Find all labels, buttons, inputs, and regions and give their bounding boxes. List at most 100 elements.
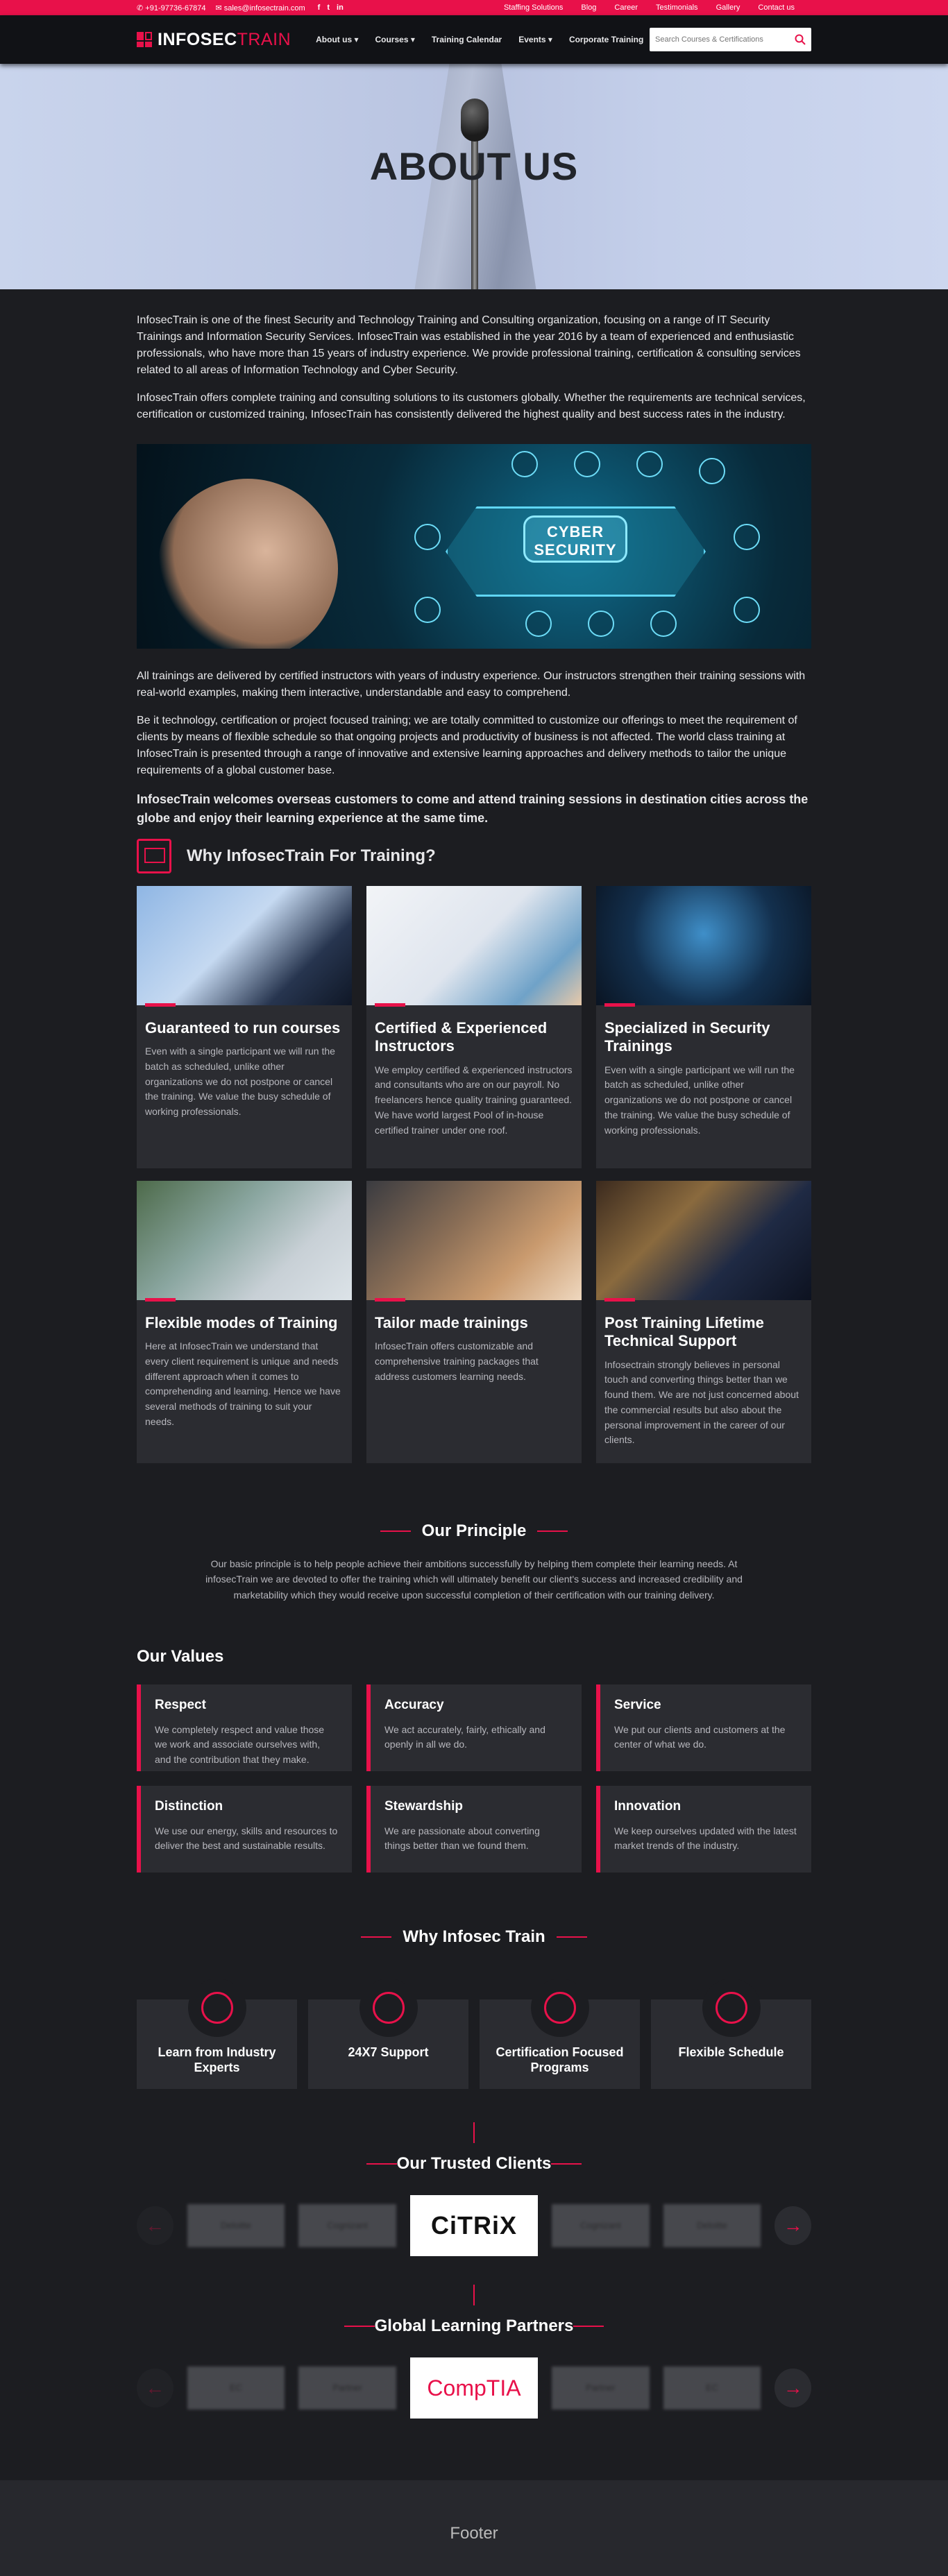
next-arrow-icon[interactable]: → <box>775 2206 811 2246</box>
card-accent-bar <box>375 1298 405 1302</box>
feature-card: Certified & Experienced Instructors We e… <box>366 886 582 1168</box>
partner-logo: Partner <box>298 2366 397 2410</box>
main-nav: INFOSEC TRAIN About us ▾ Courses ▾ Traini… <box>0 15 948 64</box>
principle-section: Our Principle Our basic principle is to … <box>137 1463 811 1603</box>
value-text: We are passionate about converting thing… <box>384 1825 540 1852</box>
top-link-gallery[interactable]: Gallery <box>716 3 740 12</box>
clients-carousel: ← Deloitte Cognizant CiTRiX Cognizant De… <box>137 2194 811 2257</box>
card-title: Post Training Lifetime Technical Support <box>604 1314 764 1350</box>
search-icon[interactable] <box>795 34 806 45</box>
comptia-logo-text: CompTIA <box>427 2375 521 2401</box>
training-board-icon <box>137 839 171 873</box>
twitter-icon[interactable]: t <box>327 3 330 12</box>
why-infosec-title: Why Infosec Train <box>137 1925 811 1950</box>
client-logo: Cognizant <box>298 2204 397 2248</box>
value-card: Accuracy We act accurately, fairly, ethic… <box>366 1684 582 1772</box>
support-24-icon <box>359 1979 418 2038</box>
why-infosec-section: Why Infosec Train Learn from Industry Ex… <box>137 1873 811 2090</box>
partners-title: Global Learning Partners <box>137 2314 811 2339</box>
card-image-phone <box>596 1181 811 1302</box>
value-title: Distinction <box>155 1799 223 1814</box>
intro-section: InfosecTrain is one of the finest Securi… <box>137 289 811 2419</box>
feature-card: Guaranteed to run courses Even with a si… <box>137 886 352 1168</box>
client-logo: Cognizant <box>551 2204 650 2248</box>
calendar-icon <box>702 1979 761 2038</box>
card-accent-bar <box>375 1003 405 1007</box>
phone-link[interactable]: ✆ +91-97736-67874 <box>137 3 205 12</box>
value-text: We use our energy, skills and resources … <box>155 1825 338 1852</box>
person-icon <box>525 611 552 637</box>
why-card-title: Certification Focused Programs <box>496 2045 624 2074</box>
value-card: Distinction We use our energy, skills and… <box>137 1786 352 1873</box>
nav-courses[interactable]: Courses ▾ <box>375 35 414 44</box>
card-image-man-office <box>137 1181 352 1302</box>
network-icon <box>734 597 760 623</box>
why-card: Flexible Schedule <box>651 1979 811 2090</box>
partners-carousel: ← EC Partner CompTIA Partner EC → <box>137 2357 811 2419</box>
page-title: ABOUT US <box>369 144 579 188</box>
value-title: Respect <box>155 1698 206 1713</box>
value-title: Accuracy <box>384 1698 444 1713</box>
value-card: Respect We completely respect and value t… <box>137 1684 352 1772</box>
logo-icon <box>137 32 152 47</box>
hero-banner: ABOUT US <box>0 64 948 289</box>
clients-title: Our Trusted Clients <box>137 2151 811 2176</box>
card-image-laptop <box>366 886 582 1007</box>
value-card: Stewardship We are passionate about conve… <box>366 1786 582 1873</box>
top-bar: ✆ +91-97736-67874 ✉ sales@infosectrain.c… <box>0 0 948 15</box>
linkedin-icon[interactable]: in <box>337 3 344 12</box>
check-icon <box>588 611 614 637</box>
hand-image <box>158 479 338 649</box>
card-title: Flexible modes of Training <box>145 1314 338 1331</box>
next-arrow-icon[interactable]: → <box>775 2369 811 2408</box>
card-title: Certified & Experienced Instructors <box>375 1019 548 1055</box>
facebook-icon[interactable]: f <box>318 3 321 12</box>
top-link-career[interactable]: Career <box>614 3 638 12</box>
search-input[interactable] <box>655 35 795 44</box>
values-title: Our Values <box>137 1647 224 1666</box>
top-link-contact[interactable]: Contact us <box>758 3 795 12</box>
card-text: Even with a single participant we will r… <box>145 1046 335 1118</box>
card-accent-bar <box>145 1298 176 1302</box>
lock-icon <box>699 458 725 484</box>
nav-training-calendar[interactable]: Training Calendar <box>432 35 502 44</box>
why-training-heading: Why InfosecTrain For Training? <box>137 839 811 873</box>
partner-logo: Partner <box>551 2366 650 2410</box>
why-card: Certification Focused Programs <box>480 1979 640 2090</box>
phone-text: +91-97736-67874 <box>145 3 206 12</box>
intro-paragraph-4: Be it technology, certification or proje… <box>137 715 797 776</box>
feature-card: Tailor made trainings InfosecTrain offer… <box>366 1181 582 1463</box>
prev-arrow-icon[interactable]: ← <box>137 2206 173 2246</box>
principle-text: Our basic principle is to help people ac… <box>205 1558 743 1601</box>
feature-card: Flexible modes of Training Here at Infos… <box>137 1181 352 1463</box>
key-icon <box>650 611 677 637</box>
shield-icon <box>414 524 441 550</box>
value-card: Innovation We keep ourselves updated with… <box>596 1786 811 1873</box>
email-link[interactable]: ✉ sales@infosectrain.com <box>215 3 305 12</box>
mail-icon <box>511 451 538 477</box>
nav-corporate-training[interactable]: Corporate Training <box>569 35 643 44</box>
partner-logo: EC <box>663 2366 761 2410</box>
card-image-locks <box>596 886 811 1007</box>
why-card-title: Learn from Industry Experts <box>158 2045 276 2074</box>
footer: Footer <box>0 2480 948 2576</box>
top-link-staffing[interactable]: Staffing Solutions <box>504 3 563 12</box>
card-image-tablet <box>137 886 352 1007</box>
top-link-blog[interactable]: Blog <box>581 3 596 12</box>
site-logo[interactable]: INFOSEC TRAIN <box>137 30 291 50</box>
card-text: We employ certified & experienced instru… <box>375 1064 573 1136</box>
card-accent-bar <box>604 1003 635 1007</box>
card-title: Guaranteed to run courses <box>145 1019 341 1037</box>
feature-card: Post Training Lifetime Technical Support… <box>596 1181 811 1463</box>
email-text: sales@infosectrain.com <box>223 3 305 12</box>
cyber-security-label: CYBER SECURITY <box>523 515 627 563</box>
nav-about[interactable]: About us ▾ <box>316 35 358 44</box>
nav-events[interactable]: Events ▾ <box>518 35 552 44</box>
logo-text-a: INFOSEC <box>158 29 237 49</box>
feature-card: Specialized in Security Trainings Even w… <box>596 886 811 1168</box>
prev-arrow-icon[interactable]: ← <box>137 2369 173 2408</box>
why-card-title: Flexible Schedule <box>678 2045 784 2060</box>
top-link-testimonials[interactable]: Testimonials <box>656 3 698 12</box>
card-text: Here at InfosecTrain we understand that … <box>145 1340 341 1427</box>
client-logo-active: CiTRiX <box>410 2195 538 2257</box>
